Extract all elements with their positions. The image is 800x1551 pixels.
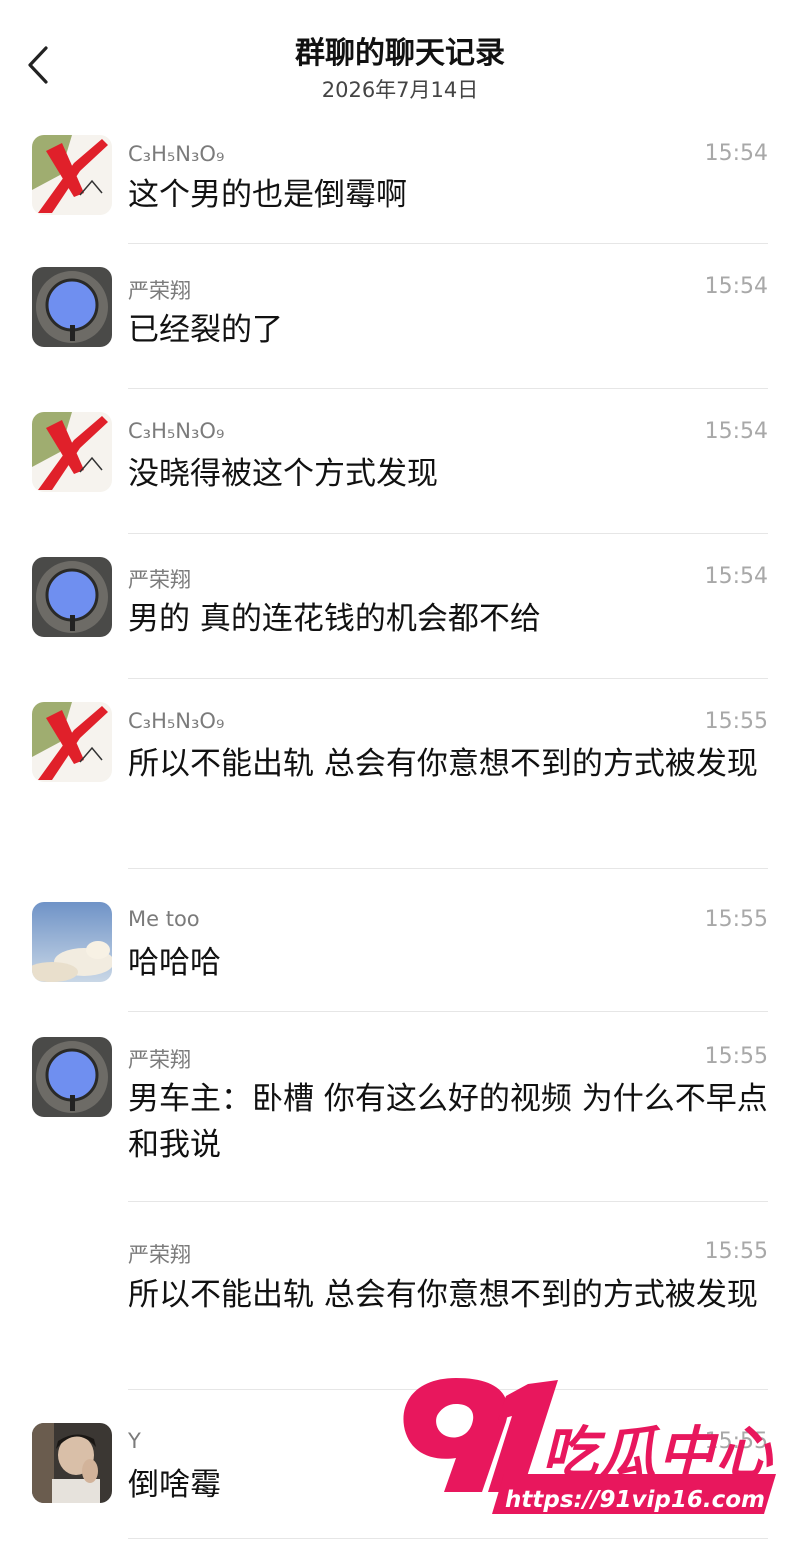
watermark-name: 吃瓜中心 [542,1421,774,1486]
avatar[interactable] [32,412,112,492]
sender-name: 严荣翔 [128,1243,191,1267]
red-x-drawing-icon [32,135,112,215]
message-list: C₃H₅N₃O₉ 15:54 这个男的也是倒霉啊 严荣翔 15:54 已经裂的了 [0,112,800,1541]
sky-oculus-icon [32,557,112,637]
list-item[interactable]: 严荣翔 15:54 男的 真的连花钱的机会都不给 [0,535,800,680]
divider [128,1011,768,1012]
message-text: 哈哈哈 [128,945,221,981]
sky-oculus-icon [32,267,112,347]
cloud-sky-icon [32,902,112,982]
message-time: 15:54 [704,141,768,166]
message-time: 15:55 [704,907,768,932]
divider [128,1201,768,1202]
message-time: 15:55 [704,1044,768,1069]
message-time: 15:54 [704,274,768,299]
avatar[interactable] [32,902,112,982]
list-item[interactable]: 严荣翔 15:55 男车主：卧槽 你有这么好的视频 为什么不早点和我说 [0,1013,800,1203]
watermark-url: https://91vip16.com [505,1487,766,1513]
divider [128,388,768,389]
sender-name: 严荣翔 [128,279,191,303]
avatar[interactable] [32,267,112,347]
red-x-drawing-icon [32,412,112,492]
list-item[interactable]: C₃H₅N₃O₉ 15:54 这个男的也是倒霉啊 [0,112,800,245]
message-time: 15:54 [704,419,768,444]
message-text: 所以不能出轨 总会有你意想不到的方式被发现 [128,746,758,782]
message-text: 所以不能出轨 总会有你意想不到的方式被发现 [128,1277,758,1313]
sky-oculus-icon [32,1037,112,1117]
divider [128,1538,768,1539]
avatar[interactable] [32,1037,112,1117]
sender-name: Y [128,1429,141,1453]
message-text: 已经裂的了 [128,312,283,348]
avatar[interactable] [32,557,112,637]
message-time: 15:55 [704,1239,768,1264]
avatar[interactable] [32,1423,112,1503]
avatar[interactable] [32,702,112,782]
header: 群聊的聊天记录 2026年7月14日 [0,0,800,112]
divider [128,243,768,244]
sender-name: C₃H₅N₃O₉ [128,142,225,166]
divider [128,868,768,869]
message-text: 男车主：卧槽 你有这么好的视频 为什么不早点和我说 [128,1081,768,1163]
message-time: 15:55 [704,709,768,734]
person-portrait-icon [32,1423,112,1503]
divider [128,678,768,679]
message-time: 15:54 [704,564,768,589]
list-item[interactable]: C₃H₅N₃O₉ 15:54 没晓得被这个方式发现 [0,390,800,535]
divider [128,533,768,534]
message-text: 没晓得被这个方式发现 [128,456,438,492]
sender-name: 严荣翔 [128,1048,191,1072]
sender-name: Me too [128,907,200,931]
page-title: 群聊的聊天记录 [295,36,505,71]
sender-name: C₃H₅N₃O₉ [128,709,225,733]
list-item[interactable]: 严荣翔 15:54 已经裂的了 [0,245,800,390]
message-text: 这个男的也是倒霉啊 [128,177,407,213]
list-item[interactable]: 严荣翔 15:55 所以不能出轨 总会有你意想不到的方式被发现 [0,1203,800,1391]
red-x-drawing-icon [32,702,112,782]
sender-name: 严荣翔 [128,568,191,592]
page-date: 2026年7月14日 [321,78,479,102]
list-item[interactable]: C₃H₅N₃O₉ 15:55 所以不能出轨 总会有你意想不到的方式被发现 [0,680,800,870]
list-item[interactable]: Me too 15:55 哈哈哈 [0,870,800,1013]
sender-name: C₃H₅N₃O₉ [128,419,225,443]
avatar[interactable] [32,135,112,215]
message-text: 男的 真的连花钱的机会都不给 [128,601,541,637]
